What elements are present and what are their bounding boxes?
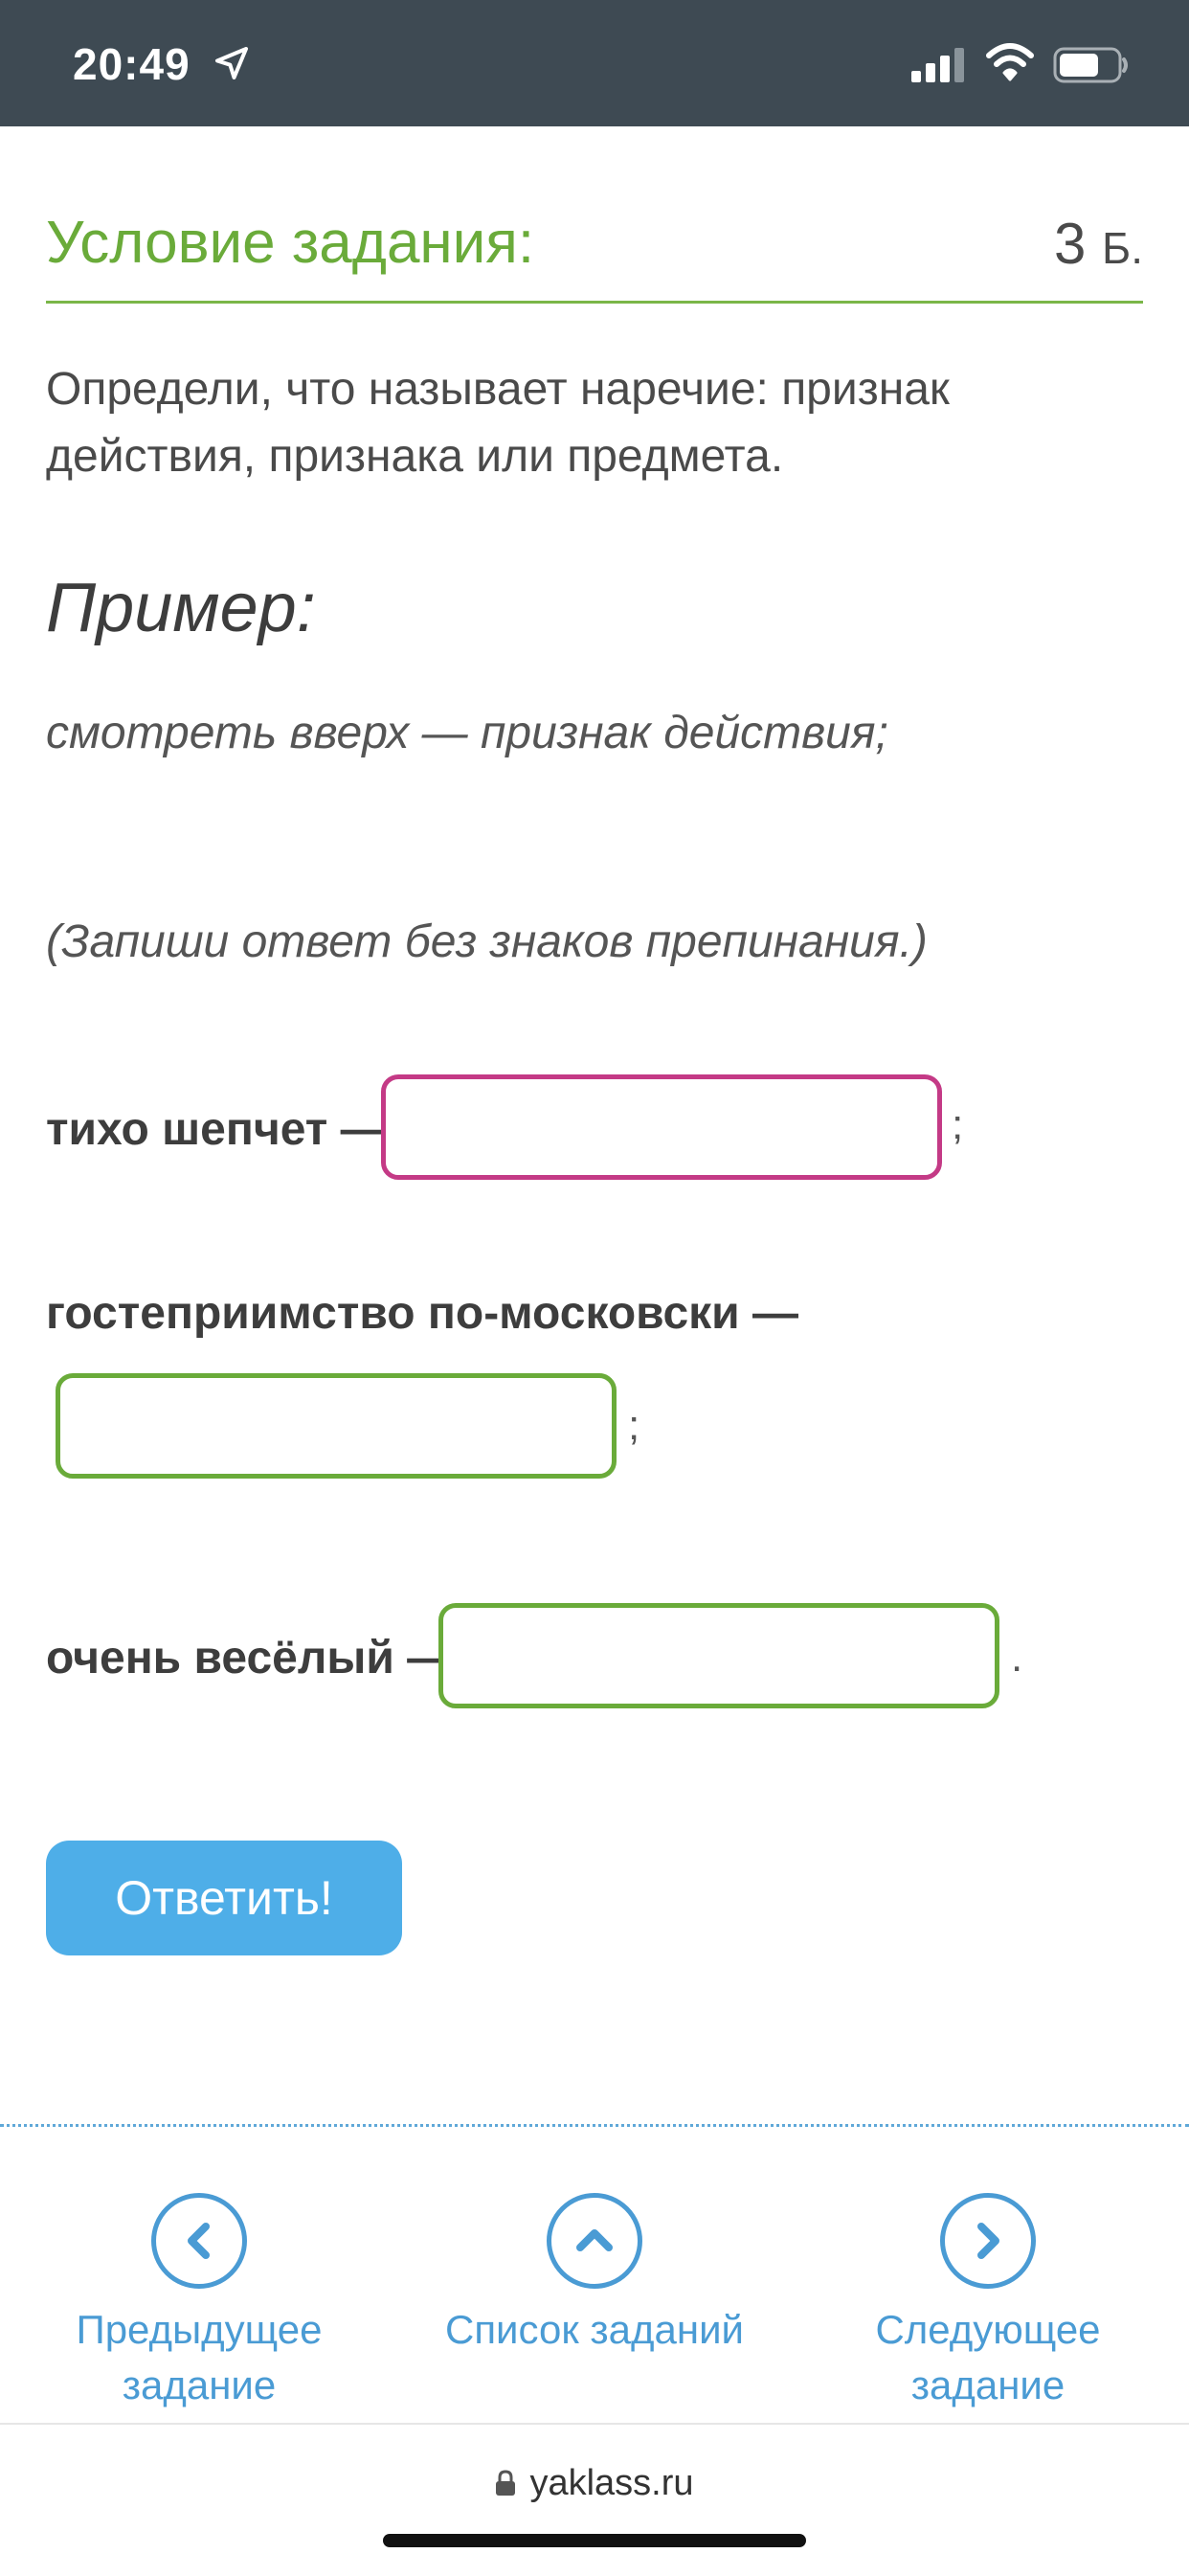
task-list-button[interactable]: Список заданий [432,2193,757,2358]
task-list-label[interactable]: Список заданий [432,2302,757,2358]
task-points: 3 Б. [1054,211,1143,277]
address-bar[interactable]: yaklass.ru [0,2463,1189,2504]
next-circle[interactable] [940,2193,1036,2289]
next-task-label[interactable]: Следующее задание [825,2302,1151,2413]
battery-icon [1053,47,1128,83]
cellular-signal-icon [911,48,964,82]
chevron-right-icon [977,2223,999,2259]
divider [0,2124,1189,2127]
wifi-icon [986,43,1034,81]
browser-bar: yaklass.ru [0,2423,1189,2576]
list-circle[interactable] [547,2193,642,2289]
prev-label-line1[interactable]: Предыдущее [36,2302,362,2358]
lock-icon [496,2470,516,2496]
next-label-line1[interactable]: Следующее [825,2302,1151,2358]
prev-task-button[interactable]: Предыдущее задание [36,2193,362,2413]
location-arrow-icon [215,47,248,79]
submit-button[interactable]: Ответить! [46,1841,402,1955]
item-punctuation: . [1011,1634,1023,1681]
example-text: смотреть вверх — признак действия; [46,708,888,758]
points-unit: Б. [1102,223,1143,273]
example-title: Пример: [46,570,316,646]
status-time: 20:49 [73,39,191,89]
next-task-button[interactable]: Следующее задание [825,2193,1151,2413]
answer-input-1[interactable] [381,1074,942,1180]
instruction-note: (Запиши ответ без знаков препинания.) [46,916,928,967]
url-text[interactable]: yaklass.ru [529,2463,693,2503]
chevron-left-icon [188,2223,210,2259]
item-punctuation: ; [628,1402,640,1449]
status-bar: 20:49 [0,0,1189,126]
item-label: гостеприимство по-московски — [46,1288,799,1339]
answer-input-2[interactable] [56,1373,617,1479]
task-header: Условие задания: 3 Б. [46,205,1143,304]
task-title: Условие задания: [46,210,535,276]
answer-input-3[interactable] [438,1603,999,1708]
next-label-line2[interactable]: задание [825,2358,1151,2413]
points-value: 3 [1053,212,1087,276]
home-indicator[interactable] [383,2534,806,2547]
item-label: тихо шепчет — [46,1104,387,1155]
item-label: очень весёлый — [46,1633,454,1683]
question-text: Определи, что называет наречие: признак … [46,364,950,482]
chevron-up-icon [576,2229,613,2251]
prev-circle[interactable] [151,2193,247,2289]
prev-label-line2[interactable]: задание [36,2358,362,2413]
prev-task-label[interactable]: Предыдущее задание [36,2302,362,2413]
item-punctuation: ; [952,1101,964,1148]
